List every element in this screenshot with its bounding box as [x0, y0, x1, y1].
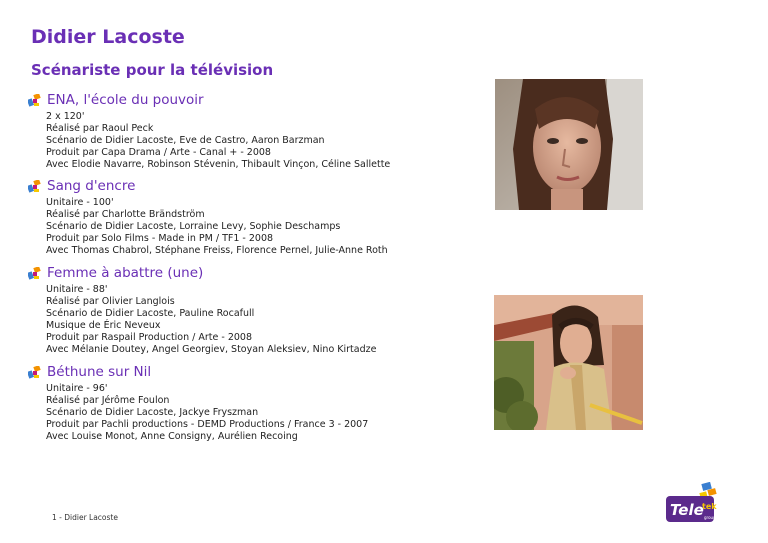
entry-title: Femme à abattre (une): [47, 265, 204, 281]
svg-text:Tele: Tele: [670, 501, 704, 519]
entry-line: Produit par Capa Drama / Arte - Canal + …: [46, 147, 271, 158]
entry-line: Avec Thomas Chabrol, Stéphane Freiss, Fl…: [46, 245, 388, 256]
filmography-entry: ENA, l'école du pouvoir 2 x 120' Réalisé…: [28, 90, 468, 171]
entry-line: Réalisé par Olivier Langlois: [46, 296, 175, 307]
page-title: Didier Lacoste: [31, 26, 185, 48]
entry-line: Réalisé par Raoul Peck: [46, 123, 154, 134]
entry-line: Scénario de Didier Lacoste, Pauline Roca…: [46, 308, 255, 319]
entry-details: Unitaire - 100' Réalisé par Charlotte Br…: [46, 197, 468, 257]
entry-details: Unitaire - 96' Réalisé par Jérôme Foulon…: [46, 383, 468, 443]
entry-line: Produit par Pachli productions - DEMD Pr…: [46, 419, 369, 430]
page-footer: 1 - Didier Lacoste: [52, 513, 118, 522]
entry-title: Béthune sur Nil: [47, 364, 152, 380]
filmography-entry: Sang d'encre Unitaire - 100' Réalisé par…: [28, 176, 468, 257]
entry-line: Avec Elodie Navarre, Robinson Stévenin, …: [46, 159, 391, 170]
page-subtitle: Scénariste pour la télévision: [31, 61, 274, 79]
entry-line: Produit par Raspail Production / Arte - …: [46, 332, 252, 343]
entry-line: Unitaire - 88': [46, 284, 108, 295]
bullet-icon: [28, 93, 41, 107]
entry-line: Unitaire - 100': [46, 197, 114, 208]
entry-details: 2 x 120' Réalisé par Raoul Peck Scénario…: [46, 111, 468, 171]
entry-details: Unitaire - 88' Réalisé par Olivier Langl…: [46, 284, 468, 356]
bullet-icon: [28, 179, 41, 193]
bullet-icon: [28, 266, 41, 280]
entry-line: Avec Mélanie Doutey, Angel Georgiev, Sto…: [46, 344, 377, 355]
entry-line: Réalisé par Jérôme Foulon: [46, 395, 170, 406]
entry-line: Scénario de Didier Lacoste, Eve de Castr…: [46, 135, 325, 146]
scene-photo: [494, 295, 643, 430]
teletek-logo: Tele tek group: [664, 481, 720, 526]
entry-line: Unitaire - 96': [46, 383, 108, 394]
portrait-photo: [495, 79, 643, 210]
entry-line: Scénario de Didier Lacoste, Jackye Frysz…: [46, 407, 259, 418]
entry-line: 2 x 120': [46, 111, 85, 122]
entry-title: Sang d'encre: [47, 178, 136, 194]
svg-text:tek: tek: [702, 502, 717, 511]
filmography-entry: Béthune sur Nil Unitaire - 96' Réalisé p…: [28, 362, 468, 443]
filmography-entry: Femme à abattre (une) Unitaire - 88' Réa…: [28, 263, 468, 356]
entry-line: Scénario de Didier Lacoste, Lorraine Lev…: [46, 221, 341, 232]
svg-text:group: group: [704, 515, 716, 520]
entry-line: Produit par Solo Films - Made in PM / TF…: [46, 233, 274, 244]
bullet-icon: [28, 365, 41, 379]
entry-line: Avec Louise Monot, Anne Consigny, Auréli…: [46, 431, 298, 442]
entry-line: Réalisé par Charlotte Brändström: [46, 209, 205, 220]
entry-line: Musique de Éric Neveux: [46, 320, 161, 331]
entry-title: ENA, l'école du pouvoir: [47, 92, 204, 108]
